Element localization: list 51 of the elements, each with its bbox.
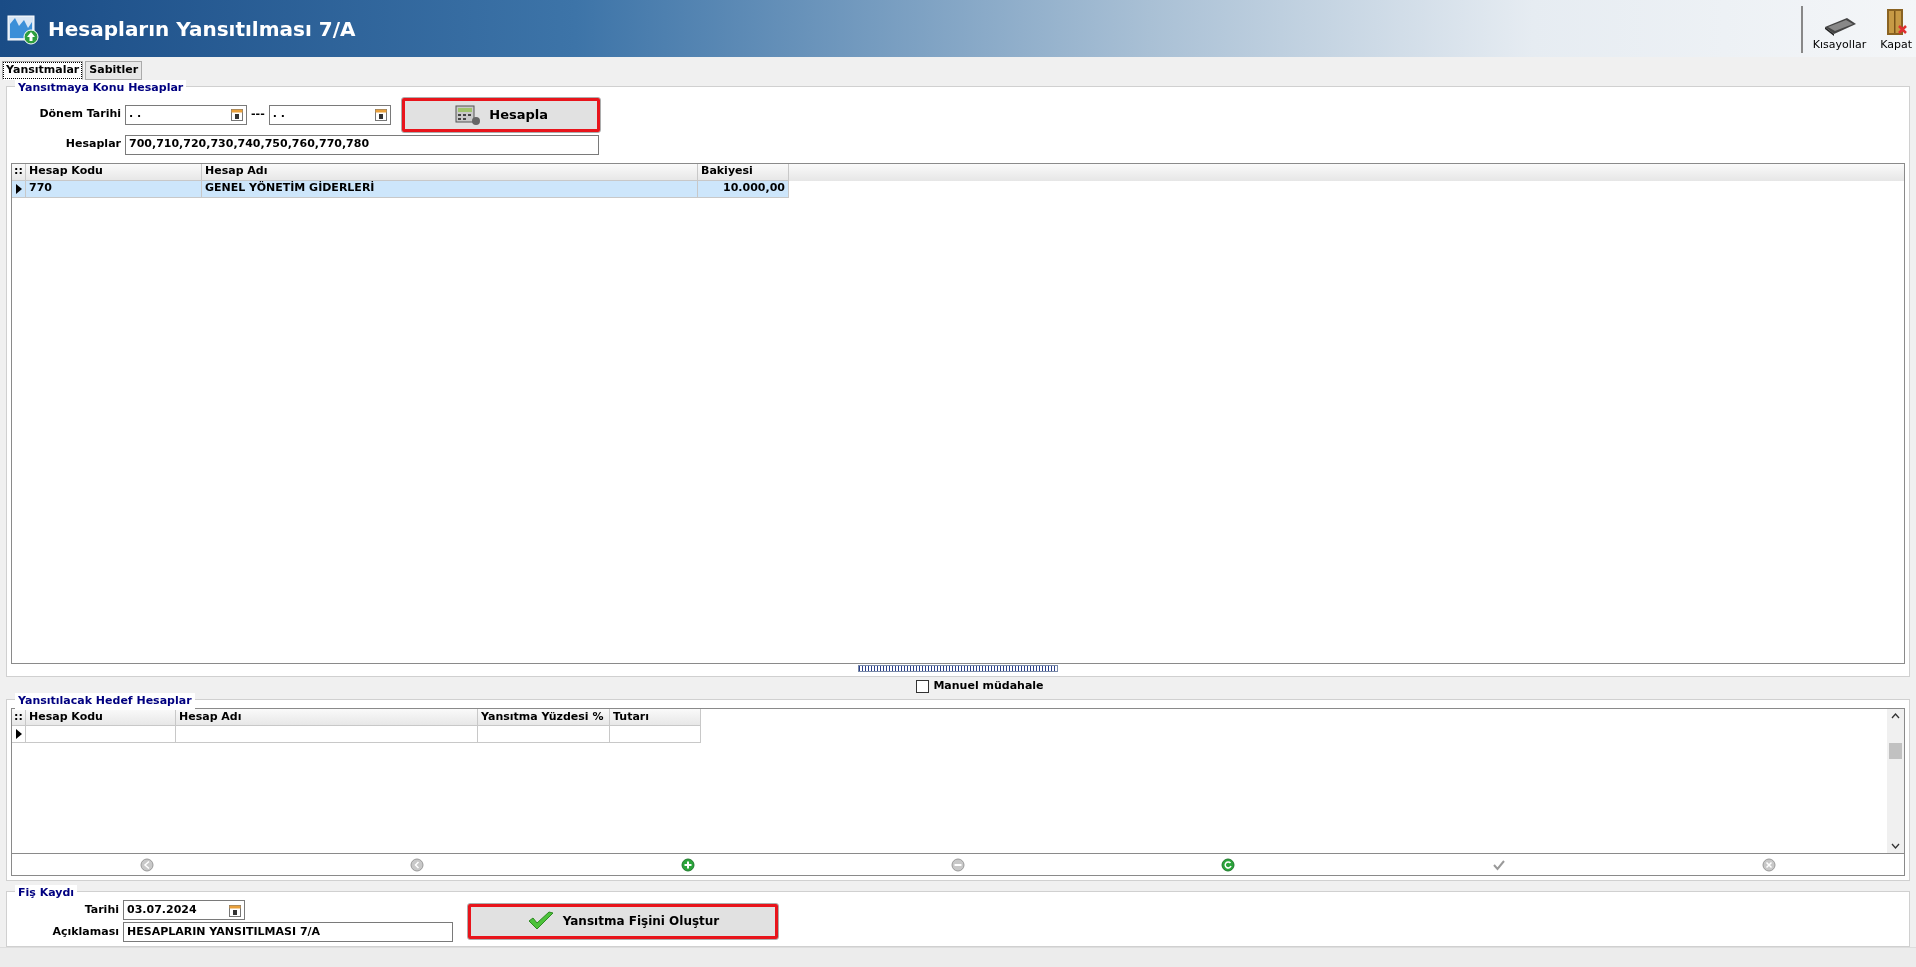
calendar-icon[interactable] [231,108,243,121]
scroll-up-icon[interactable] [1891,713,1900,719]
column-header[interactable]: Bakiyesi [698,163,789,181]
minus-icon [951,857,965,872]
column-header[interactable]: Hesap Adı [176,709,478,726]
date-field[interactable]: . . [125,104,247,125]
date-field[interactable]: 03.07.2024 [123,900,245,920]
field-label: Hesaplar [64,136,121,153]
accounts-field[interactable]: 700,710,720,730,740,750,760,770,780 [125,134,599,155]
door-icon [1884,6,1909,37]
navigator-button[interactable] [680,857,695,872]
group-title: Yansıtılacak Hedef Hesaplar [15,693,195,710]
column-header[interactable]: Tutarı [610,709,701,726]
grid-corner: :: [12,163,26,181]
checkmark-icon [526,911,555,931]
date-separator: --- [251,106,265,123]
scrollbar-thumb[interactable] [1889,743,1902,759]
calculator-icon [453,103,482,126]
field-label: Açıklaması [51,923,119,940]
date-field[interactable]: . . [268,104,391,125]
first-record-icon [140,857,155,872]
tab[interactable]: Yansıtmalar [2,61,84,80]
previous-record-icon [410,857,425,872]
scroll-down-icon[interactable] [1891,843,1900,849]
toolbar-button[interactable]: Kapat [1876,6,1916,53]
add-icon [680,857,695,872]
vertical-scrollbar[interactable] [1887,709,1904,853]
column-header[interactable]: Hesap Kodu [26,709,176,726]
field-label: Tarihi [83,901,119,918]
column-header[interactable]: Yansıtma Yüzdesi % [478,709,610,726]
close-icon [1761,857,1776,872]
tab[interactable]: Sabitler [85,61,143,80]
calendar-icon[interactable] [229,903,241,917]
calculate-button[interactable]: Hesapla [400,96,601,133]
current-row-icon [15,183,22,194]
column-header[interactable]: Hesap Adı [202,163,698,181]
manual-checkbox[interactable] [916,679,930,693]
toolbar-button[interactable]: Kısayollar [1808,6,1871,53]
group-title: Yansıtmaya Konu Hesaplar [15,79,187,96]
splitter-handle[interactable] [858,665,1058,672]
window-title: Hesapların Yansıtılması 7/A [48,15,356,43]
column-header[interactable]: Hesap Kodu [26,163,202,181]
create-receipt-button[interactable]: Yansıtma Fişini Oluştur [467,902,779,940]
checkbox-label: Manuel müdahale [933,677,1044,694]
calendar-icon[interactable] [374,108,387,121]
description-field[interactable]: HESAPLARIN YANSITILMASI 7/A [123,922,453,942]
field-label: Dönem Tarihi [38,106,121,123]
refresh-icon [1221,857,1236,872]
current-row-icon [15,729,22,739]
grid-corner: :: [12,709,26,726]
navigator-button[interactable] [1221,857,1236,872]
